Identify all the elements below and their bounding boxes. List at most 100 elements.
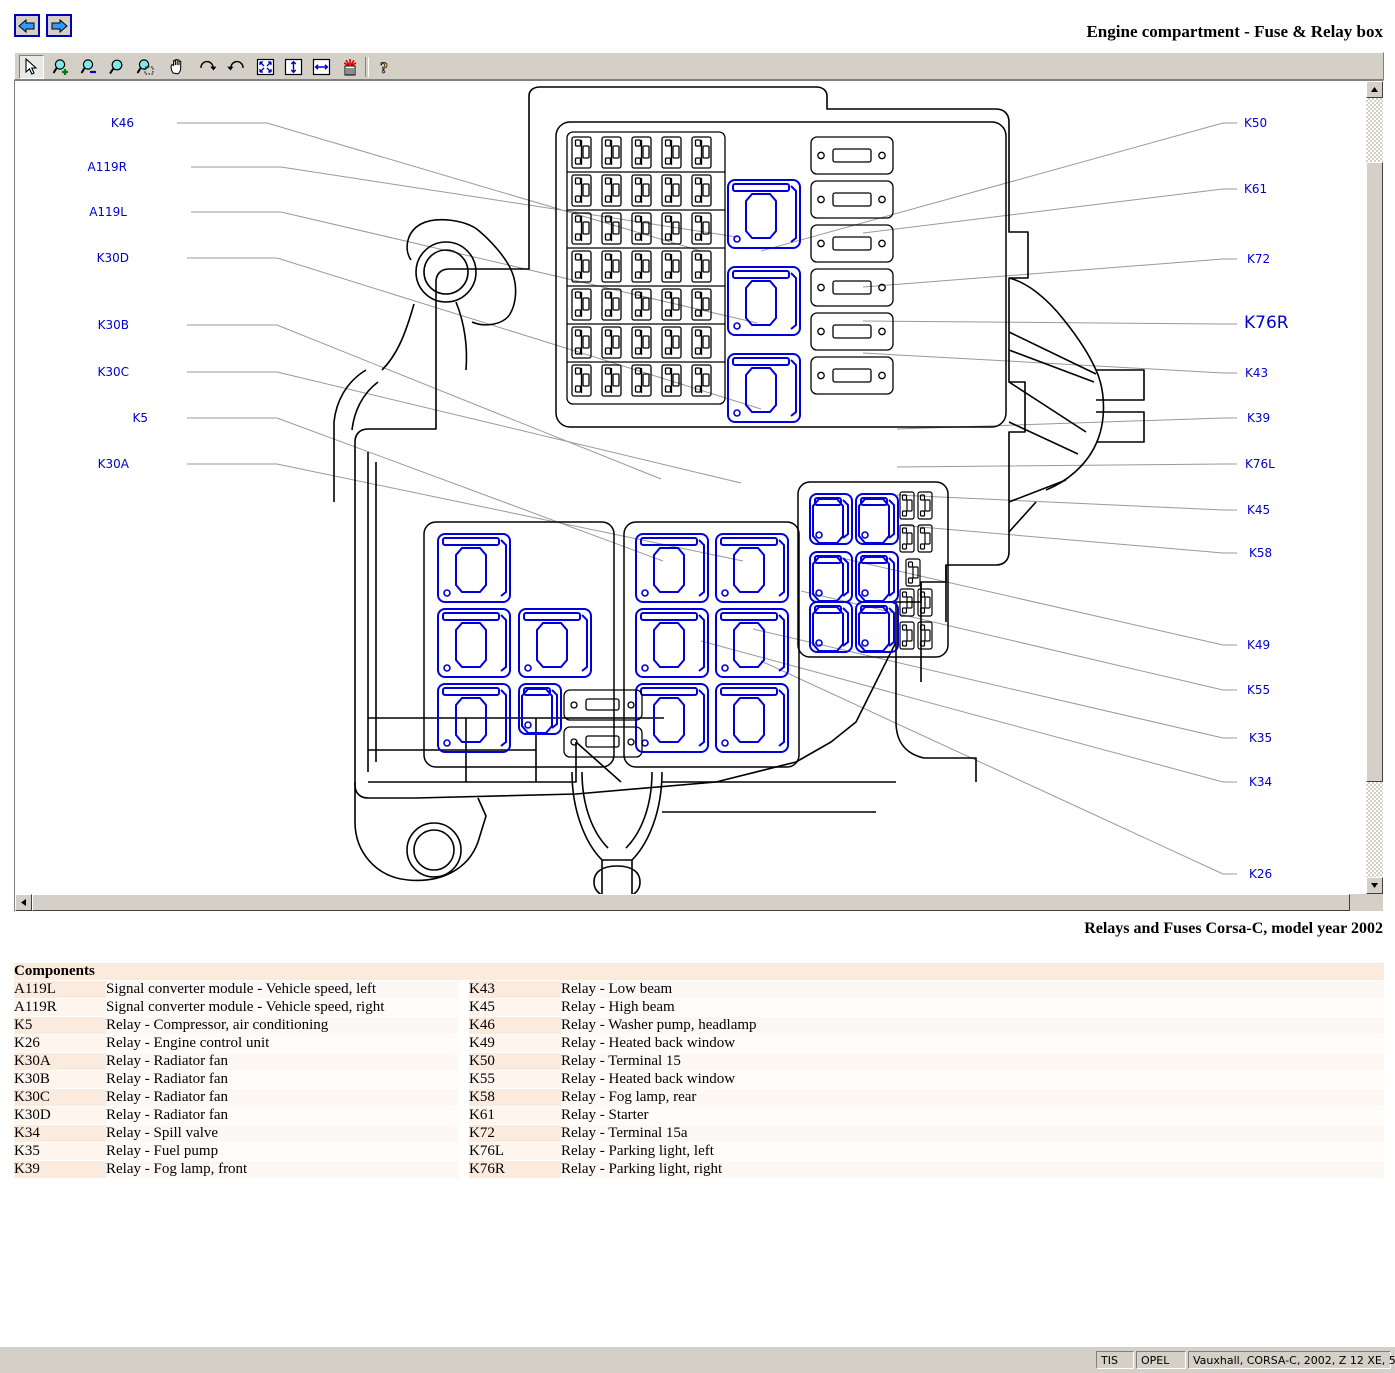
scroll-down-button[interactable]: [1366, 877, 1383, 894]
pan-tool-button[interactable]: [165, 55, 190, 79]
triangle-up-icon: [1371, 87, 1378, 92]
toolbar: ?: [14, 52, 1384, 80]
diagram-canvas[interactable]: K46 A119R A119L K30D K30B K30C K5 K30A K50 K61 K72…: [16, 82, 1367, 895]
forward-button[interactable]: [46, 14, 72, 37]
component-description: Relay - Radiator fan: [106, 1088, 459, 1107]
fit-page-icon: [256, 58, 275, 76]
triangle-left-icon: [21, 899, 26, 906]
leader-lines: [177, 122, 1237, 875]
rotate-cw-tool-button[interactable]: [195, 55, 220, 79]
scroll-thumb[interactable]: [1366, 162, 1383, 782]
highlight-tool-button[interactable]: [337, 55, 362, 79]
status-system: TIS: [1096, 1351, 1134, 1369]
component-id: K30B: [14, 1070, 106, 1089]
column-gap: [459, 1106, 469, 1125]
component-description: Relay - Fog lamp, rear: [561, 1088, 1384, 1107]
scrollbar-corner: [1366, 894, 1383, 911]
component-id: K30C: [14, 1088, 106, 1107]
diagram-caption: Relays and Fuses Corsa-C, model year 200…: [1084, 920, 1383, 937]
column-gap: [459, 1070, 469, 1089]
lower-right-relay-frame: [623, 521, 800, 768]
cursor-arrow-icon: [24, 58, 37, 75]
table-row: A119L Signal converter module - Vehicle s…: [14, 980, 1384, 999]
component-id: K76R: [469, 1160, 561, 1179]
status-bar: TIS OPEL Vauxhall, CORSA-C, 2002, Z 12 X…: [0, 1346, 1395, 1373]
component-description: Relay - Parking light, right: [561, 1160, 1384, 1179]
diagram-label: K46: [111, 116, 134, 130]
table-header-row: Components: [14, 963, 1384, 981]
component-id: K5: [14, 1016, 106, 1035]
diagram-label: K30D: [97, 251, 129, 265]
component-description: Relay - Radiator fan: [106, 1052, 459, 1071]
scroll-thumb-horizontal[interactable]: [32, 894, 1350, 911]
table-row: K30D Relay - Radiator fan K61 Relay - Start…: [14, 1106, 1384, 1125]
select-tool-button[interactable]: [19, 55, 44, 79]
lower-relay-group: [437, 533, 789, 753]
toolbar-separator: [365, 57, 369, 77]
component-id: K35: [14, 1142, 106, 1161]
zoom-window-tool-button[interactable]: [133, 55, 158, 79]
component-id: K72: [469, 1124, 561, 1143]
scroll-track-lower[interactable]: [1366, 782, 1383, 877]
status-vehicle: Vauxhall, CORSA-C, 2002, Z 12 XE, 5-MT: [1188, 1351, 1395, 1369]
component-description: Signal converter module - Vehicle speed,…: [106, 998, 459, 1017]
diagram-label: K72: [1247, 252, 1270, 266]
component-id: K61: [469, 1106, 561, 1125]
column-gap: [459, 1160, 469, 1179]
hand-icon: [170, 58, 181, 75]
magnifier-icon: [108, 59, 122, 75]
magnifier-minus-icon: [80, 59, 96, 74]
scroll-up-button[interactable]: [1366, 81, 1383, 98]
component-id: K26: [14, 1034, 106, 1053]
component-id: K39: [14, 1160, 106, 1179]
fuse-slot-grid: [566, 131, 726, 405]
component-description: Relay - Washer pump, headlamp: [561, 1016, 1384, 1035]
diagram-label: A119R: [88, 160, 127, 174]
rotate-ccw-tool-button[interactable]: [223, 55, 248, 79]
component-description: Relay - Parking light, left: [561, 1142, 1384, 1161]
zoom-out-tool-button[interactable]: [77, 55, 102, 79]
component-id: K55: [469, 1070, 561, 1089]
magnifier-plus-icon: [52, 59, 68, 75]
scroll-left-button[interactable]: [15, 894, 32, 911]
mini-fuse-group: [899, 491, 933, 650]
diagram-label: K58: [1249, 546, 1272, 560]
diagram-label: K55: [1247, 683, 1270, 697]
column-gap: [459, 1016, 469, 1035]
column-gap: [459, 1124, 469, 1143]
fit-page-tool-button[interactable]: [253, 55, 278, 79]
diagram-viewer[interactable]: K46 A119R A119L K30D K30B K30C K5 K30A K50 K61 K72…: [14, 80, 1384, 912]
horizontal-scrollbar[interactable]: [15, 894, 1367, 911]
component-description: Relay - Fog lamp, front: [106, 1160, 459, 1179]
back-button[interactable]: [14, 14, 40, 37]
diagram-label: K76L: [1245, 457, 1275, 471]
fuse-relay-box-drawing: K46 A119R A119L K30D K30B K30C K5 K30A K50 K61 K72…: [88, 86, 1289, 895]
top-relay-group: [727, 179, 801, 423]
diagram-label: K35: [1249, 731, 1272, 745]
scroll-track-upper[interactable]: [1366, 98, 1383, 162]
diagram-label: K30A: [98, 457, 130, 471]
zoom-tool-button[interactable]: [105, 55, 130, 79]
arrow-left-icon: [18, 18, 35, 33]
diagram-label: K76R: [1244, 313, 1289, 333]
diagram-label: K49: [1247, 638, 1270, 652]
component-id: K43: [469, 980, 561, 999]
zoom-in-tool-button[interactable]: [49, 55, 74, 79]
table-row: K5 Relay - Compressor, air conditioning K4…: [14, 1016, 1384, 1035]
component-description: Signal converter module - Vehicle speed,…: [106, 980, 459, 999]
fit-width-tool-button[interactable]: [309, 55, 334, 79]
column-gap: [459, 1034, 469, 1053]
component-description: Relay - Radiator fan: [106, 1106, 459, 1125]
help-tool-button[interactable]: ?: [371, 55, 396, 79]
diagram-label: K39: [1247, 411, 1270, 425]
page-title: Engine compartment - Fuse & Relay box: [1086, 22, 1383, 41]
table-row: K26 Relay - Engine control unit K49 Relay -…: [14, 1034, 1384, 1053]
component-id: K45: [469, 998, 561, 1017]
fit-height-tool-button[interactable]: [281, 55, 306, 79]
component-description: Relay - Heated back window: [561, 1034, 1384, 1053]
diagram-label: A119L: [89, 205, 127, 219]
component-id: A119R: [14, 998, 106, 1017]
top-bar: Engine compartment - Fuse & Relay box: [0, 0, 1395, 48]
vertical-scrollbar[interactable]: [1366, 81, 1383, 894]
column-gap: [459, 998, 469, 1017]
